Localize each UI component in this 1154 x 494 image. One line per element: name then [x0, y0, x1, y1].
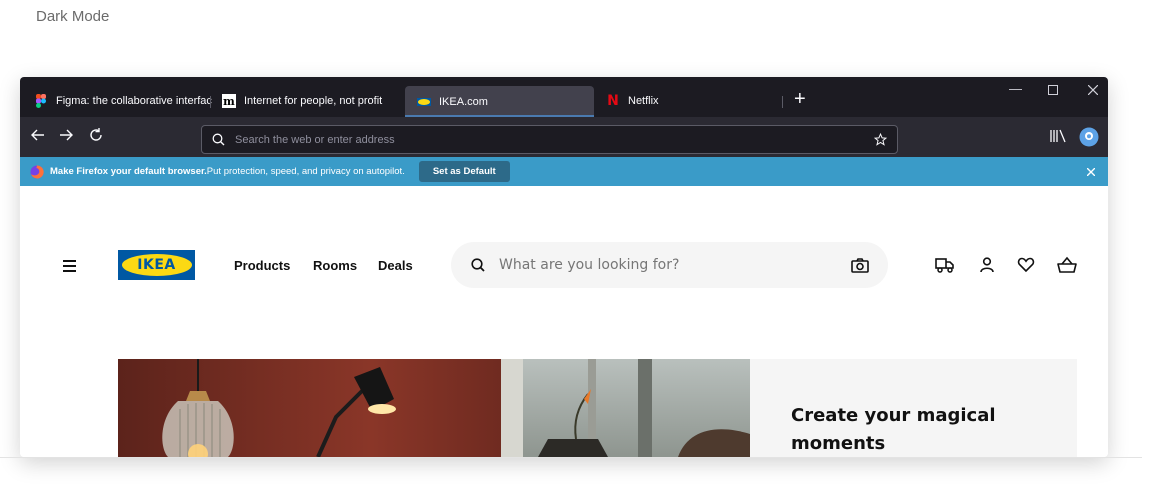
- tab-ikea[interactable]: IKEA.com: [405, 86, 594, 117]
- bookmark-star-icon[interactable]: [874, 133, 887, 146]
- maximize-button[interactable]: [1048, 83, 1058, 98]
- default-browser-notification: Make Firefox your default browser. Put p…: [20, 157, 1108, 186]
- address-input[interactable]: [235, 133, 835, 146]
- minimize-button[interactable]: —: [1009, 81, 1022, 96]
- shopping-basket-icon[interactable]: [1057, 256, 1077, 274]
- tab-title: Netflix: [628, 95, 659, 107]
- address-bar[interactable]: [201, 125, 898, 154]
- camera-icon[interactable]: [851, 257, 869, 273]
- library-icon[interactable]: [1050, 129, 1066, 147]
- firefox-icon: [30, 164, 44, 179]
- new-tab-button[interactable]: +: [794, 89, 806, 109]
- ikea-logo-text: IKEA: [121, 254, 192, 276]
- forward-icon[interactable]: [58, 127, 74, 147]
- nav-products[interactable]: Products: [234, 258, 290, 273]
- figma-icon: [34, 94, 48, 108]
- close-window-button[interactable]: [1087, 83, 1099, 98]
- ikea-logo[interactable]: IKEA: [118, 250, 195, 280]
- tab-strip: Figma: the collaborative interfac m Inte…: [20, 77, 1108, 117]
- divider: [0, 457, 1142, 458]
- delivery-truck-icon[interactable]: [935, 256, 954, 274]
- user-profile-icon[interactable]: [978, 256, 996, 274]
- close-notification-icon[interactable]: [1087, 167, 1095, 176]
- tab-title: Internet for people, not profit: [244, 95, 383, 107]
- tab-title: IKEA.com: [439, 95, 488, 108]
- heart-favourites-icon[interactable]: [1017, 256, 1035, 274]
- tab-mozilla[interactable]: m Internet for people, not profit: [210, 86, 402, 116]
- nav-deals[interactable]: Deals: [378, 258, 413, 273]
- reload-icon[interactable]: [88, 127, 104, 147]
- hamburger-menu-icon[interactable]: [63, 260, 76, 272]
- page-content: IKEA Products Rooms Deals What are you l…: [20, 186, 1108, 457]
- nav-toolbar: [20, 117, 1108, 157]
- tab-netflix[interactable]: N Netflix: [594, 86, 784, 116]
- browser-window: Figma: the collaborative interfac m Inte…: [20, 77, 1108, 457]
- search-icon: [471, 258, 485, 272]
- notification-text: Put protection, speed, and privacy on au…: [206, 166, 405, 177]
- hero-title: Create your magical moments: [791, 405, 996, 454]
- tab-separator: [782, 96, 783, 108]
- nav-rooms[interactable]: Rooms: [313, 258, 357, 273]
- hero-panel: Create your magical moments: [750, 359, 1077, 457]
- back-icon[interactable]: [30, 127, 46, 147]
- netflix-icon: N: [607, 93, 619, 109]
- set-as-default-button[interactable]: Set as Default: [418, 161, 510, 182]
- site-search-input[interactable]: [499, 257, 829, 273]
- tab-title: Figma: the collaborative interfac: [56, 95, 212, 107]
- hero-image[interactable]: [118, 359, 750, 457]
- site-search-bar[interactable]: [451, 242, 888, 288]
- ikea-icon: [417, 95, 431, 109]
- page-label: Dark Mode: [36, 8, 110, 25]
- search-icon: [212, 133, 225, 146]
- mozilla-icon: m: [222, 94, 236, 108]
- account-avatar-icon[interactable]: [1079, 127, 1099, 151]
- notification-bold-text: Make Firefox your default browser.: [50, 166, 207, 177]
- tab-figma[interactable]: Figma: the collaborative interfac: [22, 86, 212, 116]
